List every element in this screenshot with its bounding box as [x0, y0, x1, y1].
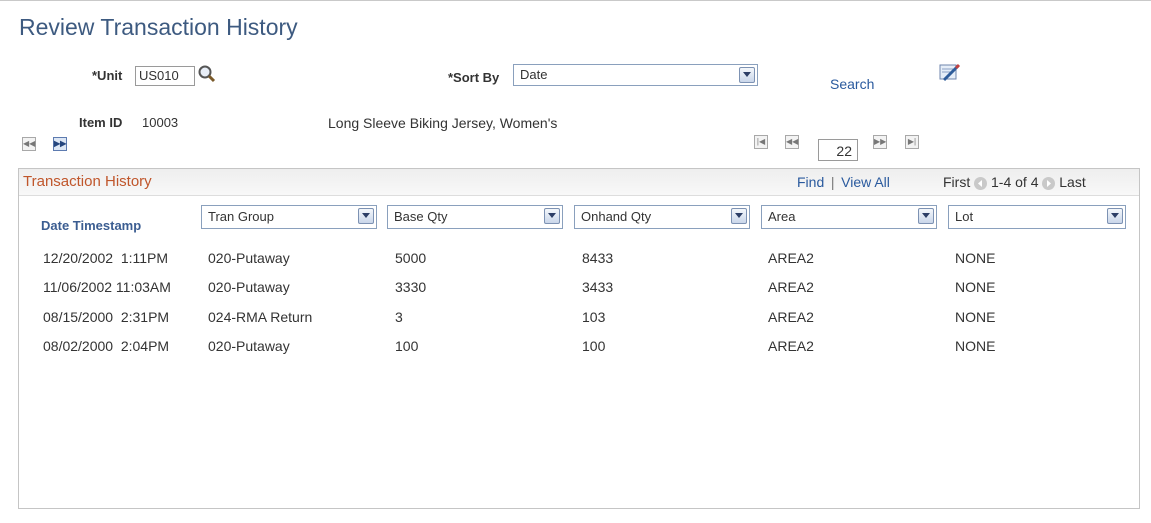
cell-lot: NONE: [955, 338, 996, 354]
cell-lot: NONE: [955, 250, 996, 266]
column-select-label: Lot: [955, 209, 974, 224]
unit-label: *Unit: [92, 68, 123, 83]
next-icon[interactable]: ▶▶: [873, 135, 887, 149]
grid-pagination: First 1-4 of 4 Last: [943, 174, 1086, 190]
last-label: Last: [1059, 174, 1086, 190]
cell-area: AREA2: [768, 250, 814, 266]
chevron-down-icon: [731, 208, 747, 224]
page-title: Review Transaction History: [19, 14, 298, 40]
cell-area: AREA2: [768, 309, 814, 325]
column-select-label: Onhand Qty: [581, 209, 652, 224]
column-select-onhand-qty[interactable]: Onhand Qty: [574, 205, 750, 229]
first-label: First: [943, 174, 971, 190]
item-description: Long Sleeve Biking Jersey, Women's: [328, 115, 558, 131]
cell-tran-group: 024-RMA Return: [208, 309, 313, 325]
search-link[interactable]: Search: [830, 76, 874, 92]
column-select-label: Tran Group: [208, 209, 274, 224]
chevron-down-icon: [739, 67, 755, 83]
find-link[interactable]: Find: [797, 174, 824, 190]
cell-date: 12/20/2002 1:11PM: [43, 250, 169, 266]
cell-onhand-qty: 8433: [582, 250, 614, 266]
sort-by-value: Date: [520, 67, 548, 82]
last-icon[interactable]: ▶|: [905, 135, 919, 149]
item-id-label: Item ID: [79, 115, 123, 130]
date-timestamp-header[interactable]: Date Timestamp: [41, 218, 141, 233]
search-pencil-icon[interactable]: [938, 62, 962, 84]
cell-onhand-qty: 100: [582, 338, 606, 354]
column-select-label: Base Qty: [394, 209, 448, 224]
cell-base-qty: 5000: [395, 250, 427, 266]
grid-toolbar: Find | View All: [797, 174, 890, 190]
next-item-icon[interactable]: ▶▶: [53, 137, 67, 151]
cell-area: AREA2: [768, 338, 814, 354]
cell-base-qty: 100: [395, 338, 419, 354]
view-all-link[interactable]: View All: [841, 174, 890, 190]
cell-tran-group: 020-Putaway: [208, 338, 290, 354]
first-icon[interactable]: |◀: [754, 135, 768, 149]
item-id-value: 10003: [142, 115, 179, 130]
cell-date: 11/06/2002 11:03AM: [43, 279, 171, 295]
cell-onhand-qty: 103: [582, 309, 606, 325]
sort-by-label: *Sort By: [448, 70, 500, 85]
unit-input[interactable]: US010: [135, 66, 195, 86]
cell-base-qty: 3330: [395, 279, 427, 295]
column-select-tran-group[interactable]: Tran Group: [201, 205, 377, 229]
transaction-history-title: Transaction History: [23, 173, 152, 190]
cell-area: AREA2: [768, 279, 814, 295]
previous-icon[interactable]: ◀◀: [785, 135, 799, 149]
magnifier-icon[interactable]: [197, 64, 217, 84]
cell-lot: NONE: [955, 279, 996, 295]
cell-lot: NONE: [955, 309, 996, 325]
column-select-area[interactable]: Area: [761, 205, 937, 229]
chevron-down-icon: [1107, 208, 1123, 224]
sort-by-select[interactable]: Date: [513, 64, 758, 86]
cell-base-qty: 3: [395, 309, 403, 325]
column-select-base-qty[interactable]: Base Qty: [387, 205, 563, 229]
column-select-lot[interactable]: Lot: [948, 205, 1126, 229]
row-range: 1-4 of 4: [991, 174, 1039, 190]
cell-tran-group: 020-Putaway: [208, 279, 290, 295]
previous-page-icon[interactable]: [974, 176, 988, 190]
cell-tran-group: 020-Putaway: [208, 250, 290, 266]
cell-date: 08/02/2000 2:04PM: [43, 338, 170, 354]
cell-date: 08/15/2000 2:31PM: [43, 309, 170, 325]
page-number-input[interactable]: 22: [818, 139, 858, 161]
cell-onhand-qty: 3433: [582, 279, 614, 295]
chevron-down-icon: [544, 208, 560, 224]
toolbar-separator: |: [830, 174, 835, 190]
chevron-down-icon: [358, 208, 374, 224]
next-page-icon[interactable]: [1042, 176, 1056, 190]
top-border: [0, 0, 1151, 1]
column-select-label: Area: [768, 209, 796, 224]
chevron-down-icon: [918, 208, 934, 224]
previous-item-icon[interactable]: ◀◀: [22, 137, 36, 151]
